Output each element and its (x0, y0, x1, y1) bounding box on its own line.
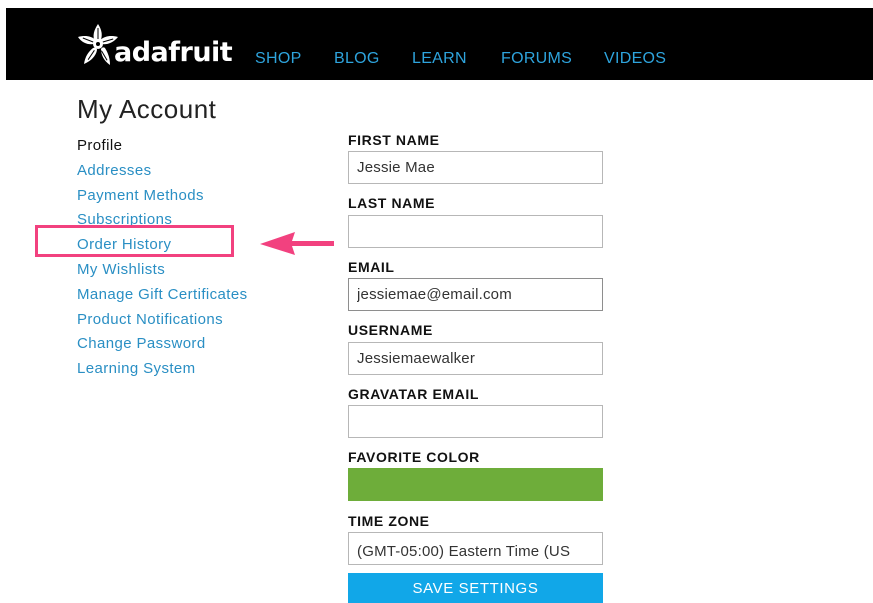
first-name-field[interactable] (348, 151, 603, 184)
username-label: USERNAME (348, 322, 433, 338)
username-field[interactable] (348, 342, 603, 375)
save-settings-button[interactable]: SAVE SETTINGS (348, 573, 603, 603)
nav-shop[interactable]: SHOP (255, 49, 302, 69)
order-history-highlight-box (35, 225, 234, 257)
sidebar-item-change-password[interactable]: Change Password (77, 332, 248, 357)
time-zone-select[interactable]: (GMT-05:00) Eastern Time (US (348, 532, 603, 565)
first-name-label: FIRST NAME (348, 132, 440, 148)
favorite-color-label: FAVORITE COLOR (348, 449, 480, 465)
brand-name: adafruit (114, 37, 233, 68)
favorite-color-swatch[interactable] (348, 468, 603, 501)
sidebar-item-addresses[interactable]: Addresses (77, 159, 248, 184)
gravatar-email-field[interactable] (348, 405, 603, 438)
left-arrow-icon (260, 232, 334, 255)
time-zone-label: TIME ZONE (348, 513, 430, 529)
nav-blog[interactable]: BLOG (334, 49, 380, 69)
sidebar-item-product-notifications[interactable]: Product Notifications (77, 308, 248, 333)
sidebar-item-my-wishlists[interactable]: My Wishlists (77, 258, 248, 283)
brand-logo[interactable]: adafruit (76, 20, 233, 68)
sidebar-item-learning-system[interactable]: Learning System (77, 357, 248, 382)
last-name-label: LAST NAME (348, 195, 436, 211)
email-field[interactable] (348, 278, 603, 311)
nav-videos[interactable]: VIDEOS (604, 49, 666, 69)
account-sidebar: Profile Addresses Payment Methods Subscr… (77, 134, 248, 382)
sidebar-item-profile: Profile (77, 137, 123, 154)
gravatar-email-label: GRAVATAR EMAIL (348, 386, 480, 402)
email-label: EMAIL (348, 259, 395, 275)
nav-learn[interactable]: LEARN (412, 49, 467, 69)
page: adafruit SHOP BLOG LEARN FORUMS VIDEOS M… (0, 0, 873, 603)
page-title: My Account (77, 94, 217, 124)
top-nav-bar: adafruit SHOP BLOG LEARN FORUMS VIDEOS (6, 8, 873, 80)
sidebar-item-manage-gift-certificates[interactable]: Manage Gift Certificates (77, 283, 248, 308)
nav-forums[interactable]: FORUMS (501, 49, 572, 69)
last-name-field[interactable] (348, 215, 603, 248)
sidebar-item-payment-methods[interactable]: Payment Methods (77, 184, 248, 209)
